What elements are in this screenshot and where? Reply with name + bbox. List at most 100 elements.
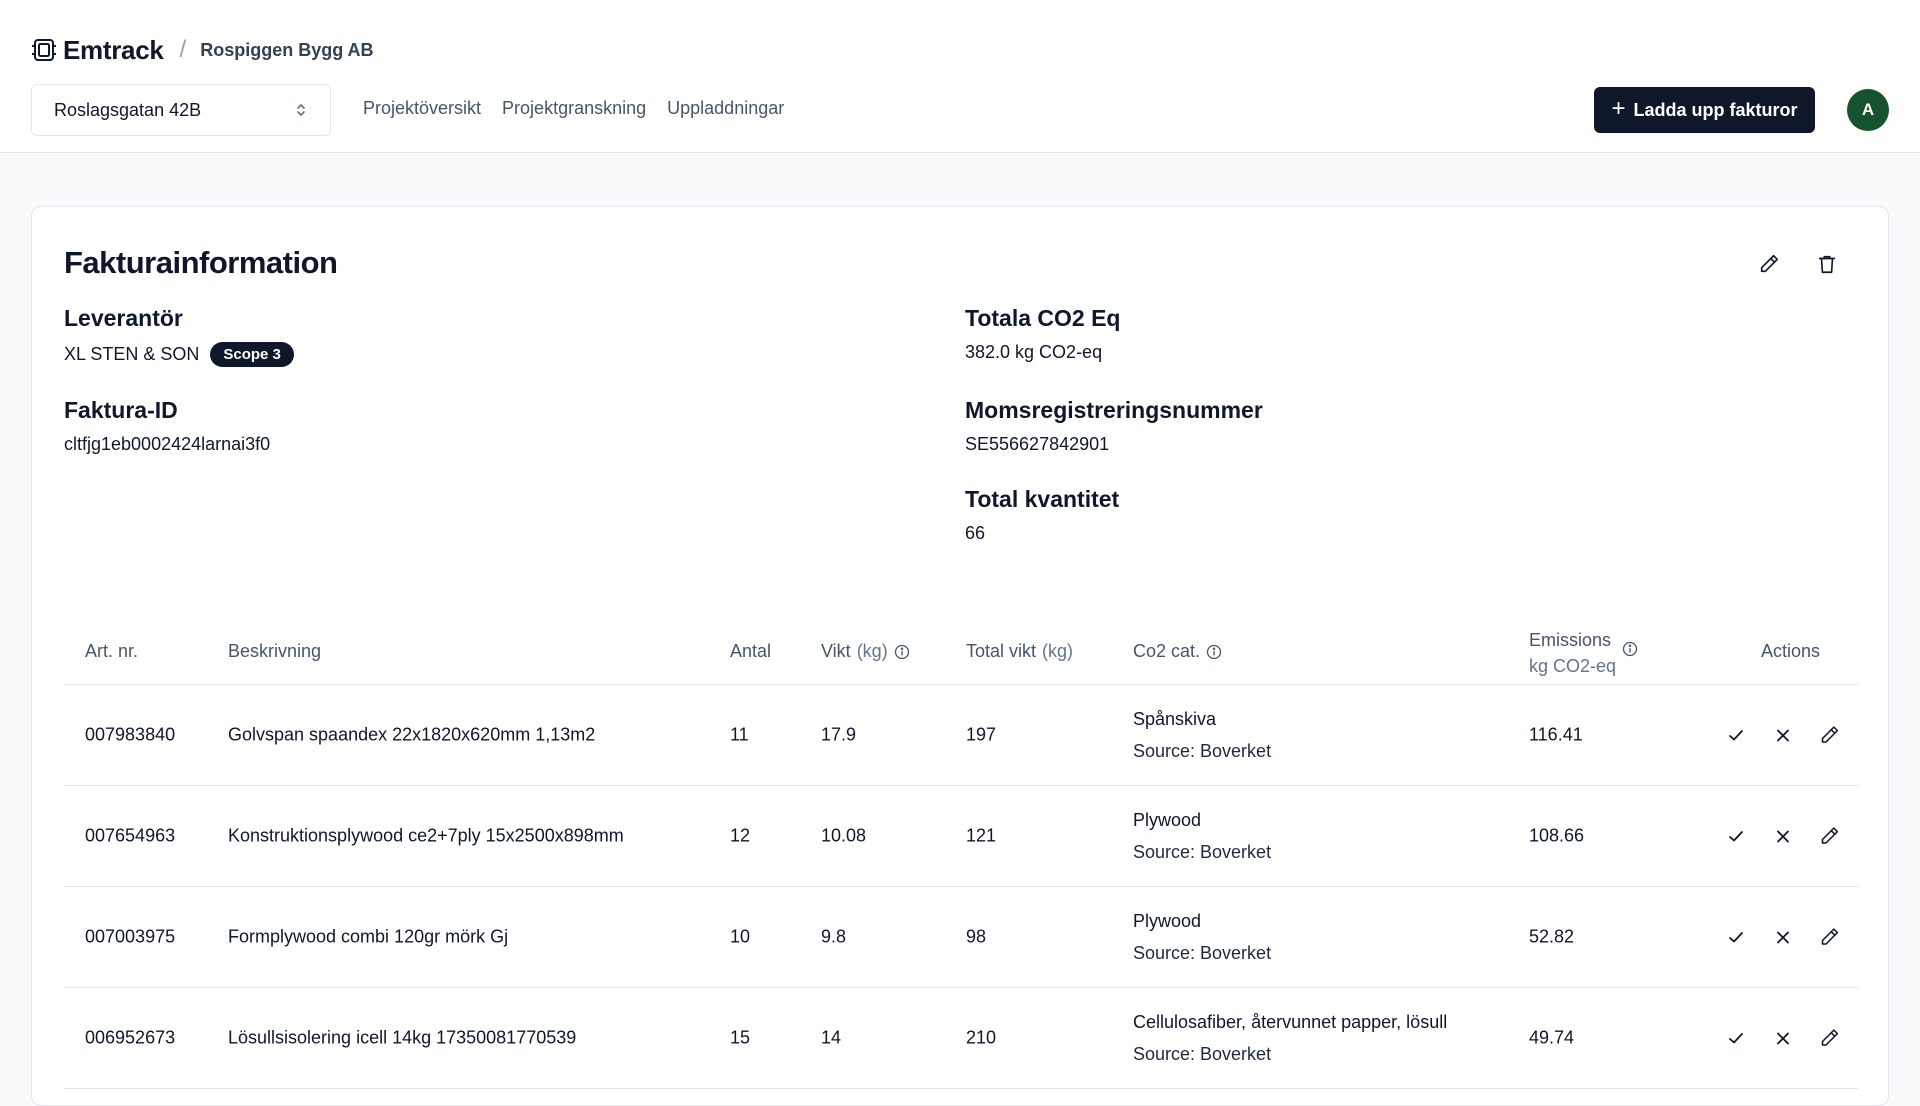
check-icon[interactable]: [1724, 825, 1747, 848]
cell-weight: 17.9: [821, 724, 857, 745]
total-co2-value: 382.0 kg CO2-eq: [965, 342, 1103, 362]
edit-pencil-icon[interactable]: [1818, 825, 1841, 848]
scope-badge: Scope 3: [210, 342, 294, 367]
cell-weight: 9.8: [821, 926, 847, 947]
col-emissions-unit: kg CO2-eq: [1529, 656, 1617, 676]
cell-art-nr: 007003975: [85, 926, 176, 947]
cell-quantity: 10: [730, 926, 751, 947]
avatar[interactable]: A: [1847, 89, 1889, 131]
cell-co2-source: Source: Boverket: [1133, 842, 1272, 862]
table-row[interactable]: 007654963 Konstruktionsplywood ce2+7ply …: [64, 786, 1858, 887]
table-row[interactable]: 007003975 Formplywood combi 120gr mörk G…: [64, 887, 1858, 988]
supplier-block: Leverantör XL STEN & SON Scope 3: [64, 305, 294, 367]
cell-co2-source: Source: Boverket: [1133, 943, 1272, 963]
cell-description: Formplywood combi 120gr mörk Gj: [228, 926, 509, 947]
cell-co2-source: Source: Boverket: [1133, 1044, 1272, 1064]
col-emissions: Emissions kg CO2-eq: [1529, 627, 1638, 679]
card-actions: [1758, 253, 1838, 275]
top-header: Emtrack / Rospiggen Bygg AB Roslagsgatan…: [0, 0, 1920, 153]
invoice-id-label: Faktura-ID: [64, 397, 178, 423]
total-quantity-value: 66: [965, 523, 986, 543]
cell-description: Golvspan spaandex 22x1820x620mm 1,13m2: [228, 724, 596, 745]
col-weight-unit: (kg): [856, 641, 888, 661]
cell-art-nr: 006952673: [85, 1027, 176, 1048]
check-icon[interactable]: [1724, 724, 1747, 747]
upload-invoices-button[interactable]: + Ladda upp fakturor: [1594, 87, 1815, 133]
col-quantity: Antal: [730, 641, 772, 661]
supplier-value: XL STEN & SON: [64, 344, 200, 364]
col-actions: Actions: [1761, 641, 1821, 661]
edit-pencil-icon[interactable]: [1818, 724, 1841, 747]
cell-total-weight: 210: [966, 1027, 997, 1048]
brand-name[interactable]: Emtrack: [63, 35, 164, 66]
cell-co2-source: Source: Boverket: [1133, 741, 1272, 761]
col-total-weight-label: Total vikt: [966, 641, 1037, 661]
total-co2-block: Totala CO2 Eq 382.0 kg CO2-eq: [965, 305, 1121, 363]
trash-icon[interactable]: [1816, 253, 1838, 275]
row-actions: [1724, 825, 1841, 848]
supplier-label: Leverantör: [64, 305, 183, 331]
col-emissions-text: Emissions kg CO2-eq: [1529, 627, 1616, 679]
nav-project-overview[interactable]: Projektöversikt: [363, 98, 481, 119]
cell-description: Lösullsisolering icell 14kg 173500817705…: [228, 1027, 577, 1048]
nav-uploads[interactable]: Uppladdningar: [667, 98, 784, 119]
chevron-up-down-icon: [294, 101, 308, 119]
cell-co2-category: Plywood: [1133, 810, 1202, 830]
cell-total-weight: 197: [966, 724, 997, 745]
col-total-weight: Total vikt (kg): [966, 641, 1073, 662]
info-circle-icon[interactable]: [1206, 644, 1222, 660]
page-title: Fakturainformation: [64, 245, 338, 280]
emtrack-logo-icon: [31, 37, 57, 63]
cell-weight: 10.08: [821, 825, 867, 846]
row-actions: [1724, 926, 1841, 949]
row-actions: [1724, 724, 1841, 747]
close-icon[interactable]: [1771, 724, 1794, 747]
vat-block: Momsregistreringsnummer SE556627842901: [965, 397, 1263, 455]
invoice-lines-table: Art. nr. Beskrivning Antal Vikt (kg) Tot…: [64, 617, 1858, 1089]
project-select[interactable]: Roslagsgatan 42B: [31, 84, 331, 136]
brand-row: Emtrack / Rospiggen Bygg AB: [31, 34, 374, 66]
nav-project-review[interactable]: Projektgranskning: [502, 98, 646, 119]
upload-invoices-label: Ladda upp fakturor: [1633, 99, 1798, 120]
cell-art-nr: 007983840: [85, 724, 176, 745]
info-circle-icon[interactable]: [894, 644, 910, 660]
cell-co2-category: Cellulosafiber, återvunnet papper, lösul…: [1133, 1012, 1448, 1032]
supplier-value-row: XL STEN & SON Scope 3: [64, 342, 294, 367]
col-co2-category: Co2 cat.: [1133, 641, 1222, 662]
close-icon[interactable]: [1771, 926, 1794, 949]
invoice-id-block: Faktura-ID cltfjg1eb0002424larnai3f0: [64, 397, 270, 455]
col-art-nr: Art. nr.: [85, 641, 139, 661]
col-weight-label: Vikt: [821, 641, 851, 661]
table-row[interactable]: 006952673 Lösullsisolering icell 14kg 17…: [64, 988, 1858, 1089]
breadcrumb-separator: /: [179, 36, 187, 63]
check-icon[interactable]: [1724, 1027, 1747, 1050]
col-total-weight-unit: (kg): [1042, 641, 1074, 661]
table-row[interactable]: 007983840 Golvspan spaandex 22x1820x620m…: [64, 685, 1858, 786]
col-co2-category-label: Co2 cat.: [1133, 641, 1201, 661]
table-header: Art. nr. Beskrivning Antal Vikt (kg) Tot…: [64, 617, 1858, 685]
cell-emissions: 49.74: [1529, 1027, 1575, 1048]
cell-emissions: 108.66: [1529, 825, 1585, 846]
vat-label: Momsregistreringsnummer: [965, 397, 1263, 423]
total-co2-label: Totala CO2 Eq: [965, 305, 1121, 331]
total-quantity-label: Total kvantitet: [965, 486, 1120, 512]
organization-name[interactable]: Rospiggen Bygg AB: [200, 40, 373, 61]
close-icon[interactable]: [1771, 825, 1794, 848]
cell-co2-category: Spånskiva: [1133, 709, 1217, 729]
check-icon[interactable]: [1724, 926, 1747, 949]
close-icon[interactable]: [1771, 1027, 1794, 1050]
cell-quantity: 11: [730, 724, 749, 745]
info-circle-icon[interactable]: [1622, 641, 1638, 657]
invoice-card: Fakturainformation Leverantör XL STEN & …: [31, 206, 1889, 1106]
cell-weight: 14: [821, 1027, 842, 1048]
row-actions: [1724, 1027, 1841, 1050]
cell-emissions: 52.82: [1529, 926, 1575, 947]
invoice-id-value: cltfjg1eb0002424larnai3f0: [64, 434, 271, 454]
edit-pencil-icon[interactable]: [1818, 926, 1841, 949]
col-weight: Vikt (kg): [821, 641, 910, 662]
cell-total-weight: 98: [966, 926, 987, 947]
col-description: Beskrivning: [228, 641, 322, 661]
total-quantity-block: Total kvantitet 66: [965, 486, 1119, 544]
edit-pencil-icon[interactable]: [1758, 253, 1780, 275]
edit-pencil-icon[interactable]: [1818, 1027, 1841, 1050]
